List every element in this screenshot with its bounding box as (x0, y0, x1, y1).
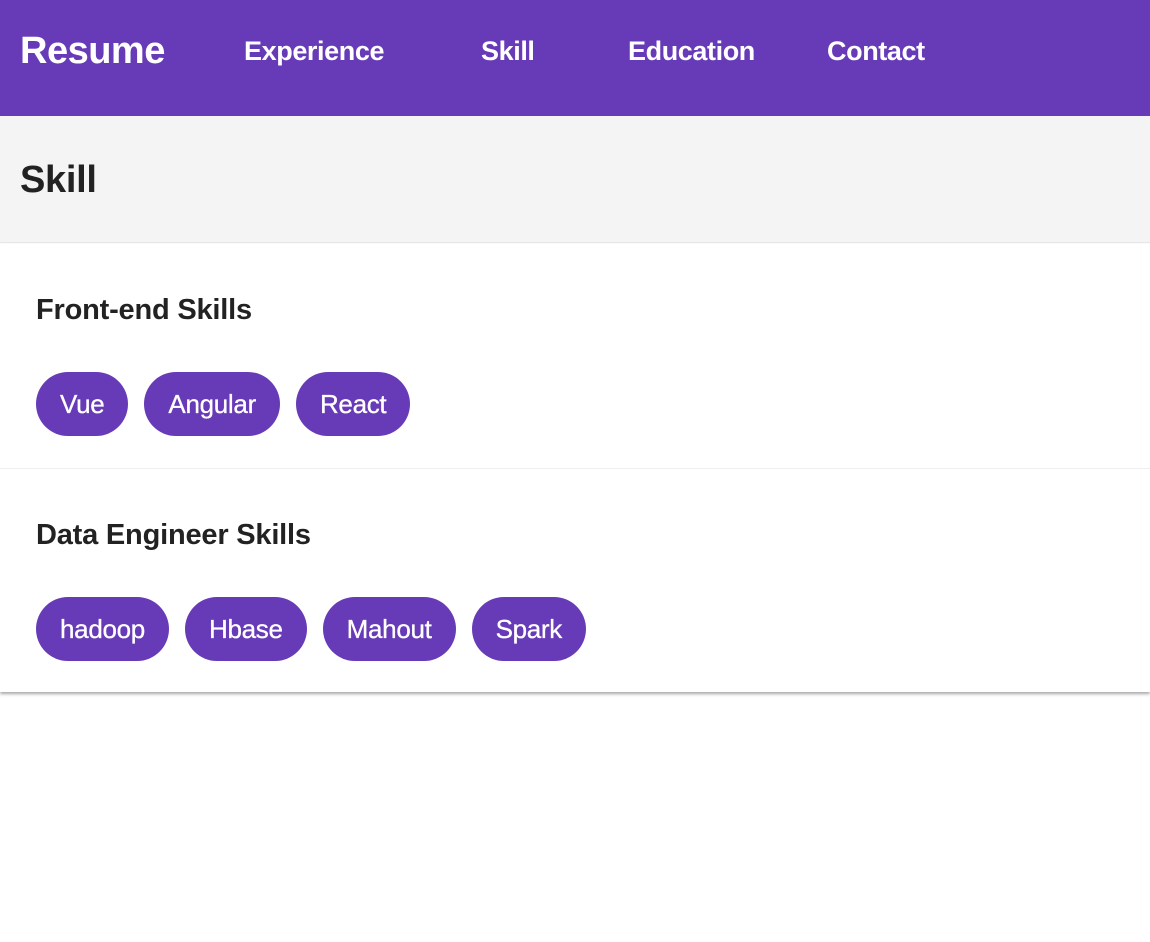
top-navigation-bar: Resume Experience Skill Education Contac… (0, 0, 1150, 116)
page-header: Skill (0, 116, 1150, 243)
skill-chip-list: Vue Angular React (36, 372, 411, 436)
front-end-skills-section: Front-end Skills Vue Angular React (0, 244, 1150, 468)
nav-item-experience[interactable]: Experience (244, 36, 384, 67)
skill-chip-react[interactable]: React (295, 372, 411, 436)
data-engineer-skills-section: Data Engineer Skills hadoop Hbase Mahout… (0, 468, 1150, 692)
skill-chip-angular[interactable]: Angular (144, 372, 280, 436)
skill-chip-mahout[interactable]: Mahout (322, 597, 456, 661)
skill-chip-vue[interactable]: Vue (36, 372, 129, 436)
skill-chip-hadoop[interactable]: hadoop (36, 597, 169, 661)
nav-item-education[interactable]: Education (628, 36, 755, 67)
section-title: Front-end Skills (36, 294, 252, 326)
skill-chip-hbase[interactable]: Hbase (184, 597, 307, 661)
skills-card: Front-end Skills Vue Angular React Data … (0, 244, 1150, 692)
skill-chip-spark[interactable]: Spark (471, 597, 586, 661)
skill-chip-list: hadoop Hbase Mahout Spark (36, 597, 586, 661)
nav-item-skill[interactable]: Skill (481, 36, 535, 67)
section-title: Data Engineer Skills (36, 519, 311, 551)
page-title: Skill (20, 159, 97, 201)
brand-title[interactable]: Resume (20, 30, 165, 73)
nav-item-contact[interactable]: Contact (827, 36, 925, 67)
